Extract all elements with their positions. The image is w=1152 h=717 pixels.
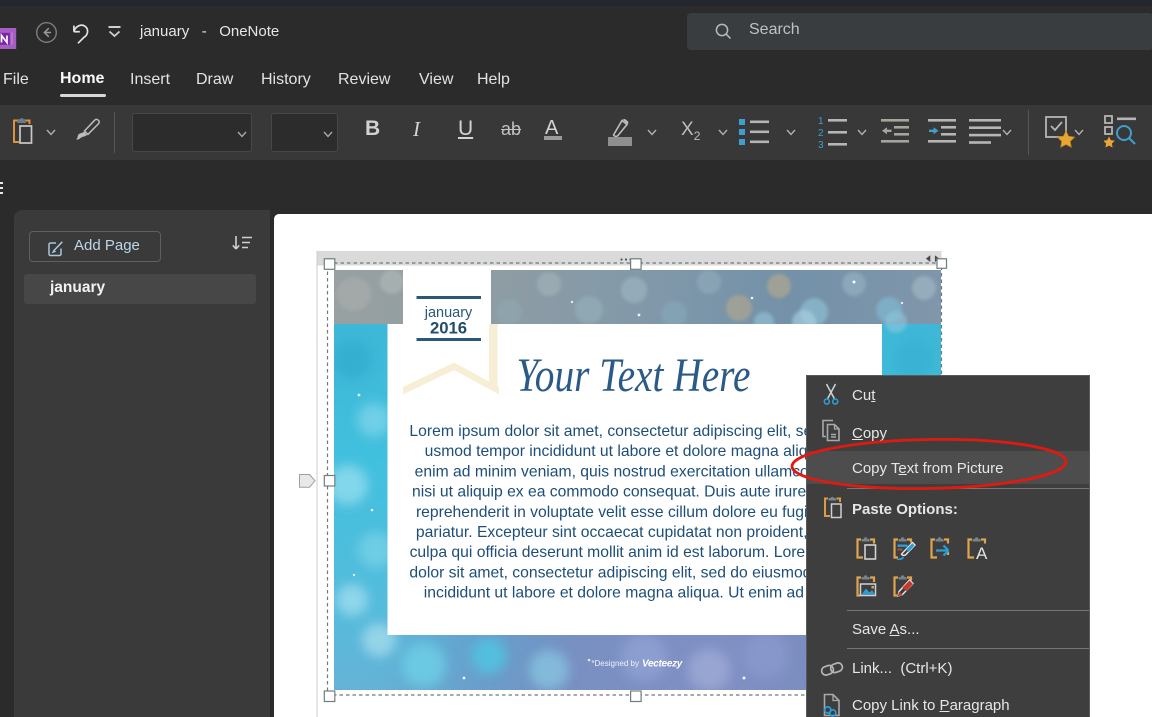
svg-text:1: 1 <box>818 116 824 127</box>
svg-text:3: 3 <box>818 140 824 150</box>
svg-text:2: 2 <box>818 128 824 139</box>
svg-text:A: A <box>976 544 988 561</box>
